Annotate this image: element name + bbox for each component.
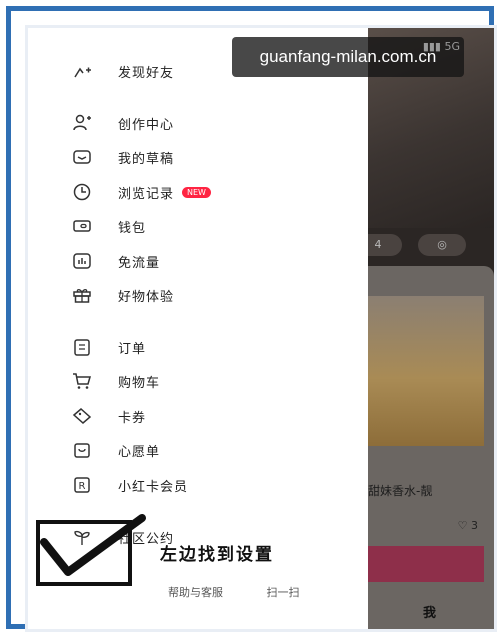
menu-item-member-card[interactable]: R 小红卡会员 bbox=[72, 472, 188, 498]
menu-item-cart[interactable]: 购物车 bbox=[72, 368, 160, 394]
menu-item-product-trial[interactable]: 好物体验 bbox=[72, 282, 174, 308]
menu-label: 发现好友 bbox=[118, 65, 175, 81]
tab-me[interactable]: 我 bbox=[423, 602, 436, 621]
help-link[interactable]: 帮助与客服 bbox=[168, 586, 223, 599]
menu-item-coupons[interactable]: 卡券 bbox=[72, 403, 146, 429]
like-count[interactable]: ♡ 3 bbox=[458, 519, 478, 532]
dimmed-app-background: 4 ◎ 甜妹香水-靓 ♡ 3 我 bbox=[354, 28, 494, 629]
menu-item-orders[interactable]: 订单 bbox=[72, 334, 146, 360]
menu-label: 心愿单 bbox=[118, 444, 161, 460]
menu-item-history[interactable]: 浏览记录 NEW bbox=[72, 179, 211, 205]
menu-label: 订单 bbox=[118, 341, 147, 357]
menu-item-free-data[interactable]: 免流量 bbox=[72, 248, 160, 274]
menu-item-wishlist[interactable]: 心愿单 bbox=[72, 437, 160, 463]
promo-bar bbox=[368, 546, 484, 582]
member-icon: R bbox=[72, 475, 92, 495]
menu-label: 购物车 bbox=[118, 375, 161, 391]
menu-label: 钱包 bbox=[118, 220, 147, 236]
note-card[interactable]: 甜妹香水-靓 ♡ 3 我 bbox=[368, 266, 494, 629]
menu-label: 我的草稿 bbox=[118, 151, 175, 167]
menu-label: 好物体验 bbox=[118, 289, 175, 305]
data-icon bbox=[72, 251, 92, 271]
drawer-bottom-links: 帮助与客服 扫一扫 bbox=[168, 584, 340, 600]
checkmark-icon bbox=[40, 514, 146, 576]
annotation-note: 左边找到设置 bbox=[160, 545, 274, 565]
drafts-icon bbox=[72, 147, 92, 167]
menu-item-find-friends[interactable]: 发现好友 bbox=[72, 58, 174, 84]
note-card-image bbox=[368, 296, 484, 446]
scan-link[interactable]: 扫一扫 bbox=[267, 586, 300, 599]
svg-text:R: R bbox=[79, 481, 86, 492]
gift-icon bbox=[72, 285, 92, 305]
clock-icon bbox=[72, 182, 92, 202]
menu-label: 卡券 bbox=[118, 410, 147, 426]
cart-icon bbox=[72, 371, 92, 391]
menu-item-creator-center[interactable]: 创作中心 bbox=[72, 110, 174, 136]
wishlist-icon bbox=[72, 440, 92, 460]
coupon-icon bbox=[72, 406, 92, 426]
menu-label: 免流量 bbox=[118, 255, 161, 271]
add-friend-icon bbox=[72, 61, 92, 81]
network-indicator: ▮▮▮ 5G bbox=[422, 40, 460, 53]
user-plus-icon bbox=[72, 113, 92, 133]
new-badge: NEW bbox=[182, 186, 211, 198]
menu-label: 小红卡会员 bbox=[118, 479, 189, 495]
note-card-title: 甜妹香水-靓 bbox=[368, 484, 433, 498]
menu-item-drafts[interactable]: 我的草稿 bbox=[72, 144, 174, 170]
settings-pill[interactable]: ◎ bbox=[418, 234, 466, 256]
menu-item-wallet[interactable]: 钱包 bbox=[72, 213, 146, 239]
wallet-icon bbox=[72, 216, 92, 236]
order-icon bbox=[72, 337, 92, 357]
menu-label: 创作中心 bbox=[118, 117, 175, 133]
menu-label: 浏览记录 bbox=[118, 186, 175, 202]
